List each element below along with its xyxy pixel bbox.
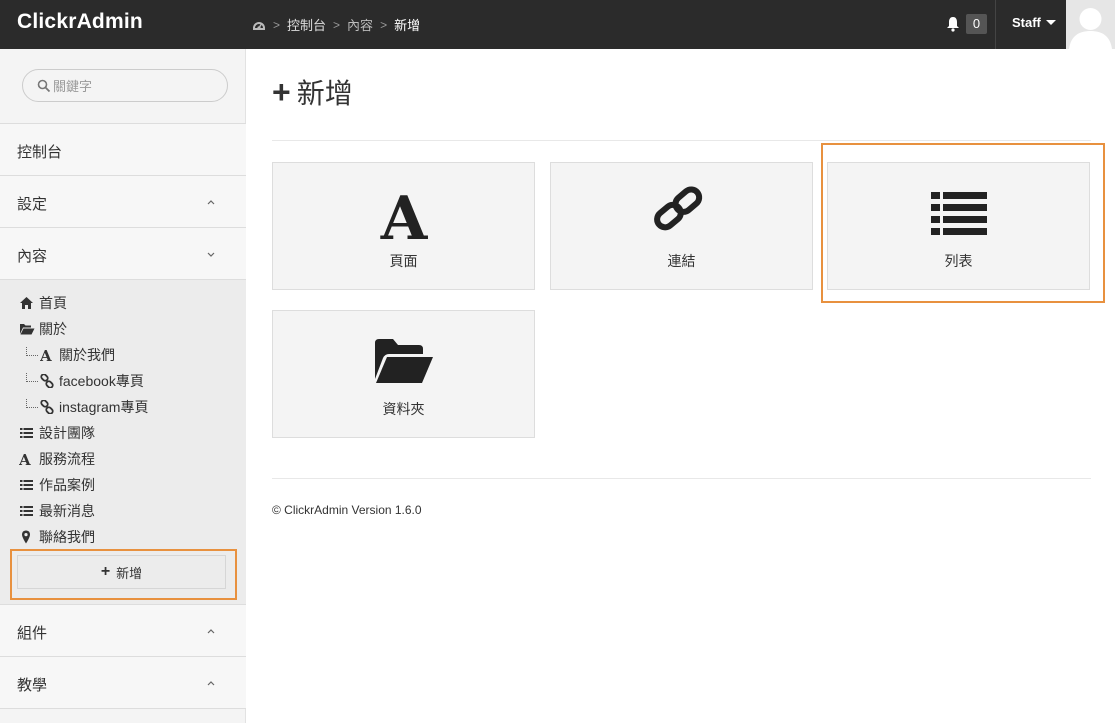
plus-icon: + bbox=[100, 563, 111, 580]
list-icon bbox=[19, 478, 35, 492]
tree-connector bbox=[26, 373, 38, 382]
search-icon bbox=[37, 79, 51, 93]
folder-open-icon bbox=[19, 322, 35, 336]
footer-divider bbox=[272, 478, 1091, 479]
breadcrumb-separator-icon: > bbox=[380, 17, 388, 32]
page-title: + 新增 bbox=[272, 72, 353, 112]
breadcrumb-separator-icon: > bbox=[333, 17, 341, 32]
tree-item-label: 關於 bbox=[39, 321, 67, 337]
tree-item-service-process[interactable]: A 服務流程 bbox=[19, 449, 95, 469]
tree-item-contact[interactable]: 聯絡我們 bbox=[19, 527, 95, 547]
font-icon: A bbox=[19, 452, 35, 466]
sidebar-item-label: 控制台 bbox=[17, 144, 63, 161]
list-icon bbox=[930, 192, 987, 235]
font-icon: A bbox=[40, 348, 55, 362]
tree-item-label: 關於我們 bbox=[59, 347, 115, 363]
sidebar-item-content[interactable]: 內容 bbox=[0, 228, 246, 280]
list-icon bbox=[19, 504, 35, 518]
chevron-down-icon bbox=[207, 252, 215, 257]
card-label: 資料夾 bbox=[382, 401, 425, 417]
tree-item-label: instagram專頁 bbox=[59, 399, 149, 415]
add-button-label: 新增 bbox=[116, 565, 143, 581]
tree-item-design-team[interactable]: 設計團隊 bbox=[19, 423, 95, 443]
svg-text:A: A bbox=[19, 452, 31, 466]
tree-item-label: 作品案例 bbox=[39, 477, 95, 493]
page-title-text: 新增 bbox=[296, 78, 353, 109]
link-icon bbox=[40, 374, 55, 388]
title-divider bbox=[272, 140, 1091, 141]
plus-icon: + bbox=[272, 74, 291, 110]
sidebar-search-area bbox=[0, 49, 246, 124]
notification-count-badge[interactable]: 0 bbox=[966, 14, 987, 34]
sidebar-item-settings[interactable]: 設定 bbox=[0, 176, 246, 228]
sidebar-item-label: 內容 bbox=[17, 248, 48, 265]
tree-item-label: 最新消息 bbox=[39, 503, 95, 519]
tree-item-news[interactable]: 最新消息 bbox=[19, 501, 95, 521]
dashboard-icon[interactable] bbox=[252, 18, 266, 32]
footer-version: © ClickrAdmin Version 1.6.0 bbox=[272, 503, 422, 517]
chevron-up-icon bbox=[207, 681, 215, 686]
avatar[interactable] bbox=[1066, 0, 1115, 49]
sidebar-item-label: 設定 bbox=[17, 196, 48, 213]
add-content-button[interactable]: + 新增 bbox=[17, 555, 226, 589]
tree-item-label: facebook專頁 bbox=[59, 373, 144, 389]
tree-connector bbox=[26, 399, 38, 408]
create-folder-card[interactable]: 資料夾 bbox=[272, 310, 535, 438]
top-bar: ClickrAdmin > 控制台 > 內容 > 新增 0 Staff bbox=[0, 0, 1115, 49]
user-menu-label: Staff bbox=[1012, 15, 1041, 30]
tree-item-facebook[interactable]: facebook專頁 bbox=[40, 371, 144, 391]
card-label: 頁面 bbox=[389, 253, 418, 269]
search-box[interactable] bbox=[22, 69, 228, 102]
home-icon bbox=[19, 296, 35, 310]
tree-item-label: 首頁 bbox=[39, 295, 67, 311]
user-menu-button[interactable]: Staff bbox=[1012, 15, 1056, 30]
link-icon bbox=[653, 186, 702, 231]
link-icon bbox=[40, 400, 55, 414]
sidebar-item-dashboard[interactable]: 控制台 bbox=[0, 124, 246, 176]
create-list-card[interactable]: 列表 bbox=[827, 162, 1090, 290]
chevron-up-icon bbox=[207, 200, 215, 205]
sidebar-item-tutorial[interactable]: 教學 bbox=[0, 657, 246, 709]
folder-open-icon bbox=[374, 339, 433, 383]
tree-item-about-us[interactable]: A 關於我們 bbox=[40, 345, 115, 365]
svg-text:A: A bbox=[40, 348, 52, 362]
tree-item-instagram[interactable]: instagram專頁 bbox=[40, 397, 148, 417]
sidebar-item-components[interactable]: 組件 bbox=[0, 605, 246, 657]
breadcrumb: > 控制台 > 內容 > 新增 bbox=[252, 15, 420, 34]
breadcrumb-separator-icon: > bbox=[273, 17, 281, 32]
chevron-up-icon bbox=[207, 629, 215, 634]
svg-text:A: A bbox=[379, 187, 428, 243]
map-marker-icon bbox=[19, 530, 35, 544]
sidebar-item-label: 組件 bbox=[17, 625, 48, 642]
brand-logo[interactable]: ClickrAdmin bbox=[17, 10, 143, 34]
card-label: 列表 bbox=[944, 253, 973, 269]
card-label: 連結 bbox=[667, 253, 696, 269]
user-silhouette-icon bbox=[1069, 8, 1112, 49]
tree-connector bbox=[26, 347, 38, 356]
sidebar-item-label: 教學 bbox=[17, 677, 48, 694]
bell-icon[interactable] bbox=[946, 16, 960, 32]
header-divider bbox=[995, 0, 996, 49]
tree-item-home[interactable]: 首頁 bbox=[19, 293, 67, 313]
breadcrumb-content[interactable]: 內容 bbox=[347, 15, 373, 34]
tree-item-portfolio[interactable]: 作品案例 bbox=[19, 475, 95, 495]
create-link-card[interactable]: 連結 bbox=[550, 162, 813, 290]
tree-item-label: 聯絡我們 bbox=[39, 529, 95, 545]
list-icon bbox=[19, 426, 35, 440]
caret-down-icon bbox=[1045, 20, 1056, 25]
tree-item-about[interactable]: 關於 bbox=[19, 319, 67, 339]
tree-item-label: 服務流程 bbox=[39, 451, 95, 467]
tree-item-label: 設計團隊 bbox=[39, 425, 95, 441]
sidebar: 控制台 設定 內容 首頁 關於 A 關於我們 bbox=[0, 49, 246, 723]
breadcrumb-dashboard[interactable]: 控制台 bbox=[287, 15, 326, 34]
breadcrumb-current: 新增 bbox=[394, 18, 421, 33]
create-page-card[interactable]: A 頁面 bbox=[272, 162, 535, 290]
font-icon: A bbox=[379, 187, 428, 243]
search-input[interactable] bbox=[53, 76, 218, 96]
